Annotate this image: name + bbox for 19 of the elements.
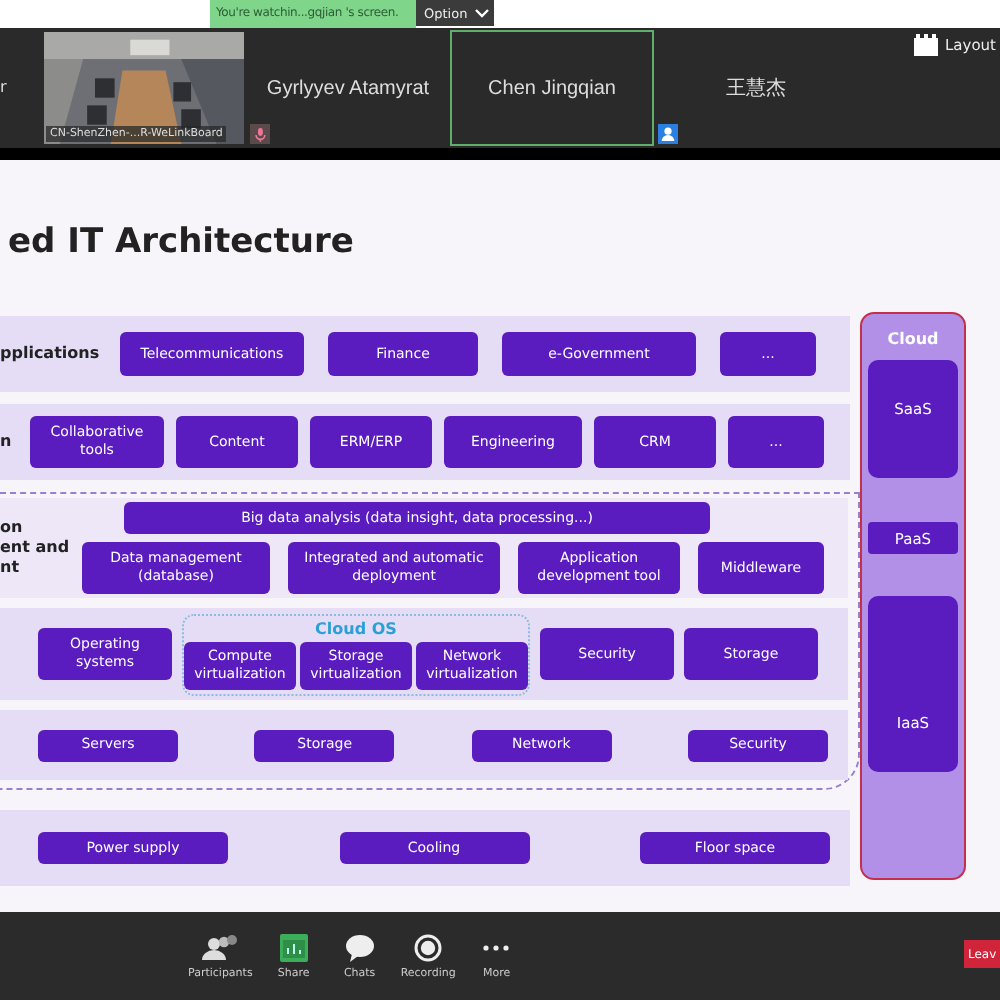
record-icon — [414, 933, 443, 961]
cloud-title: Cloud — [887, 328, 939, 352]
layer-label: on ent and nt — [0, 518, 70, 578]
participant-tile[interactable]: Gyrlyyev Atamyrat — [246, 30, 450, 146]
layer-label: pplications — [0, 344, 100, 364]
participant-name: r — [0, 76, 9, 100]
participants-icon — [202, 933, 239, 961]
chat-icon — [345, 933, 374, 961]
participant-tile[interactable]: 王慧杰 — [654, 30, 858, 146]
caret-icon — [473, 7, 490, 19]
layout-icon — [913, 34, 937, 56]
participant-name: Chen Jingqian — [488, 77, 616, 99]
participant-tile[interactable]: Chen Jingqian — [450, 30, 654, 146]
group-title: Cloud OS — [315, 617, 397, 641]
layer-label: n — [0, 432, 12, 452]
participant-name: Gyrlyyev Atamyrat — [266, 77, 430, 99]
slide-title: ed IT Architecture — [6, 220, 356, 266]
participant-name: 王慧杰 — [726, 75, 786, 102]
share-icon — [279, 933, 308, 961]
